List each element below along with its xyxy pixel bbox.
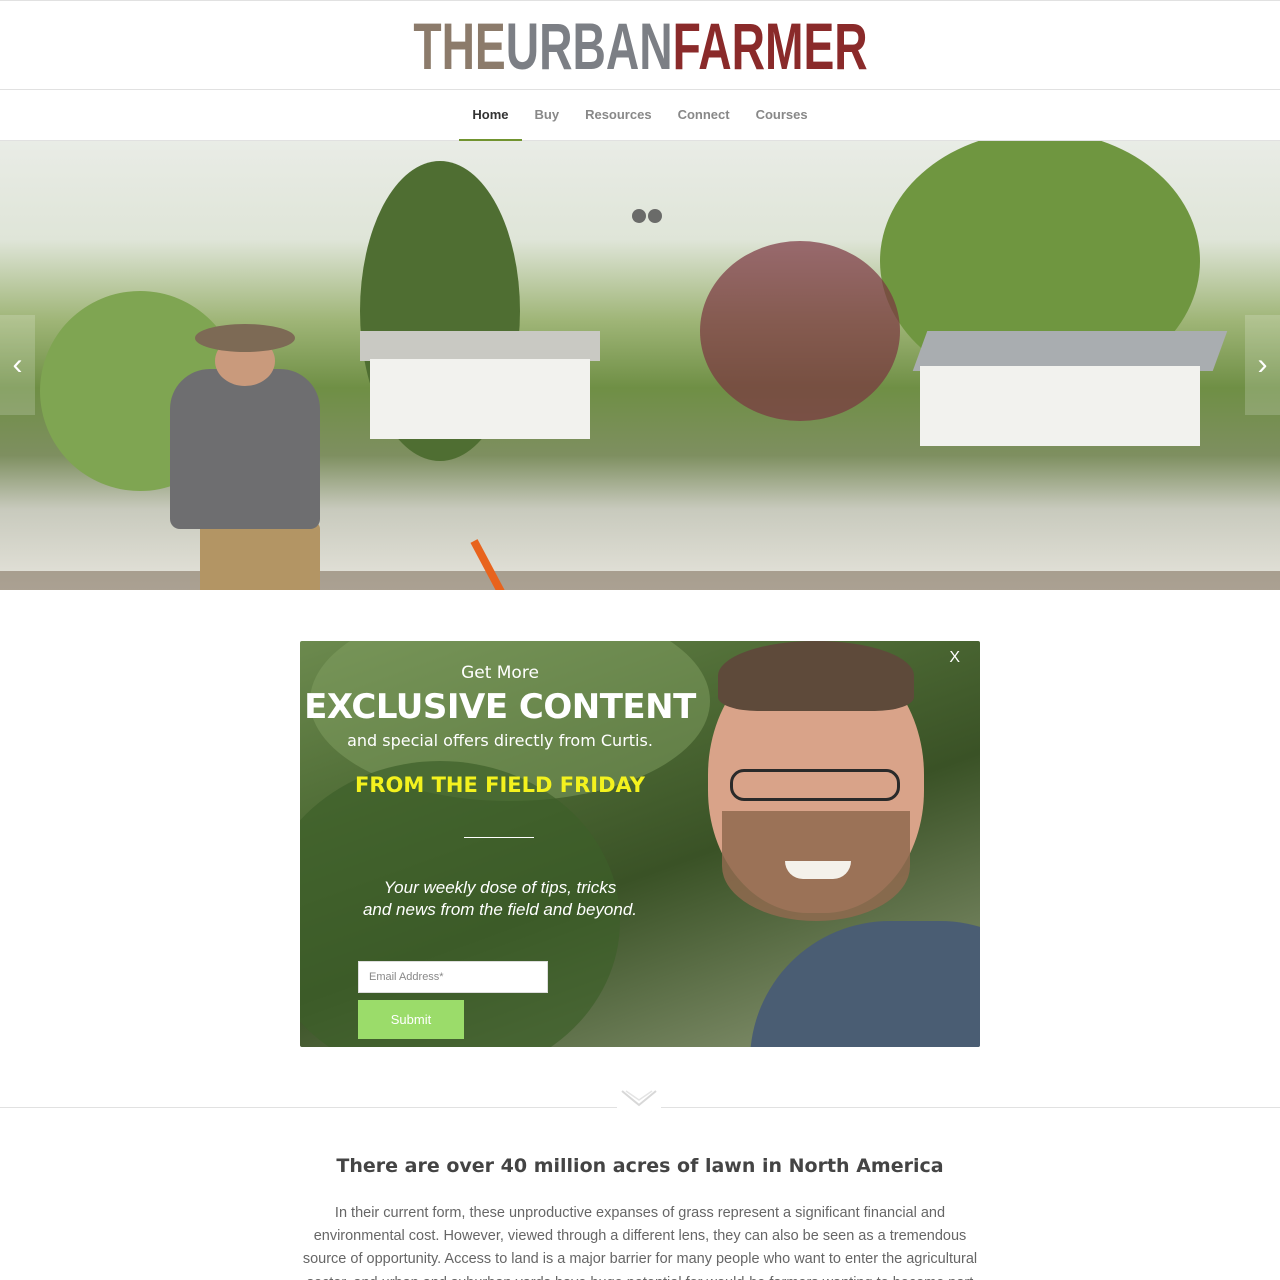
- chevron-left-icon: ‹: [12, 348, 23, 381]
- close-button[interactable]: X: [949, 649, 960, 667]
- hero-roof: [912, 331, 1228, 371]
- nav-item-connect[interactable]: Connect: [665, 90, 743, 140]
- optin-friday-title: FROM THE FIELD FRIDAY: [355, 773, 645, 797]
- slider-dot[interactable]: [648, 209, 662, 223]
- logo-urban: URBAN: [505, 9, 673, 83]
- optin-tagline-line1: Your weekly dose of tips, tricks: [383, 878, 617, 897]
- optin-divider: [464, 837, 534, 838]
- hero-fence: [0, 571, 1280, 590]
- nav-item-resources[interactable]: Resources: [572, 90, 664, 140]
- email-field[interactable]: [358, 961, 548, 993]
- slider-next-button[interactable]: ›: [1245, 315, 1280, 415]
- optin-photo-glasses: [730, 769, 900, 801]
- optin-photo-shoulders: [750, 921, 980, 1047]
- logo-wordmark[interactable]: THEURBANFARMER: [413, 13, 867, 79]
- content-heading: There are over 40 million acres of lawn …: [336, 1155, 944, 1177]
- chevron-down-icon[interactable]: [617, 1083, 661, 1115]
- nav-item-home[interactable]: Home: [459, 90, 522, 141]
- hero-person-hat: [195, 324, 295, 352]
- logo-farmer: FARMER: [672, 9, 868, 83]
- optin-popup: X Get More EXCLUSIVE CONTENT and special…: [300, 641, 980, 1047]
- logo-the: THE: [412, 9, 506, 83]
- optin-subline: and special offers directly from Curtis.: [347, 731, 653, 750]
- hero-person-shorts: [200, 521, 320, 590]
- submit-button[interactable]: Submit: [358, 1000, 464, 1039]
- nav-list: Home Buy Resources Connect Courses: [0, 90, 1280, 141]
- slider-dot[interactable]: [632, 209, 646, 223]
- hero-house: [920, 366, 1200, 446]
- optin-tagline-line2: and news from the field and beyond.: [362, 900, 638, 919]
- optin-photo-smile: [785, 861, 851, 879]
- slider-prev-button[interactable]: ‹: [0, 315, 35, 415]
- site-logo[interactable]: THEURBANFARMER: [0, 1, 1280, 89]
- hero-roof: [360, 331, 600, 361]
- nav-item-buy[interactable]: Buy: [522, 90, 573, 140]
- hero-slider: ‹ ›: [0, 141, 1280, 590]
- optin-tagline: Your weekly dose of tips, tricks and new…: [300, 877, 700, 921]
- main-nav: Home Buy Resources Connect Courses: [0, 89, 1280, 141]
- optin-headline: EXCLUSIVE CONTENT: [304, 687, 696, 727]
- optin-get-more: Get More: [461, 663, 539, 683]
- optin-photo-hair: [718, 641, 914, 711]
- slider-dots: [632, 209, 662, 223]
- nav-item-courses[interactable]: Courses: [743, 90, 821, 140]
- chevron-down-icon-svg: [621, 1090, 657, 1107]
- hero-person-shirt: [170, 369, 320, 529]
- content-paragraph: In their current form, these unproductiv…: [302, 1205, 978, 1280]
- chevron-right-icon: ›: [1257, 348, 1268, 381]
- hero-house: [370, 359, 590, 439]
- hero-tree: [700, 241, 900, 421]
